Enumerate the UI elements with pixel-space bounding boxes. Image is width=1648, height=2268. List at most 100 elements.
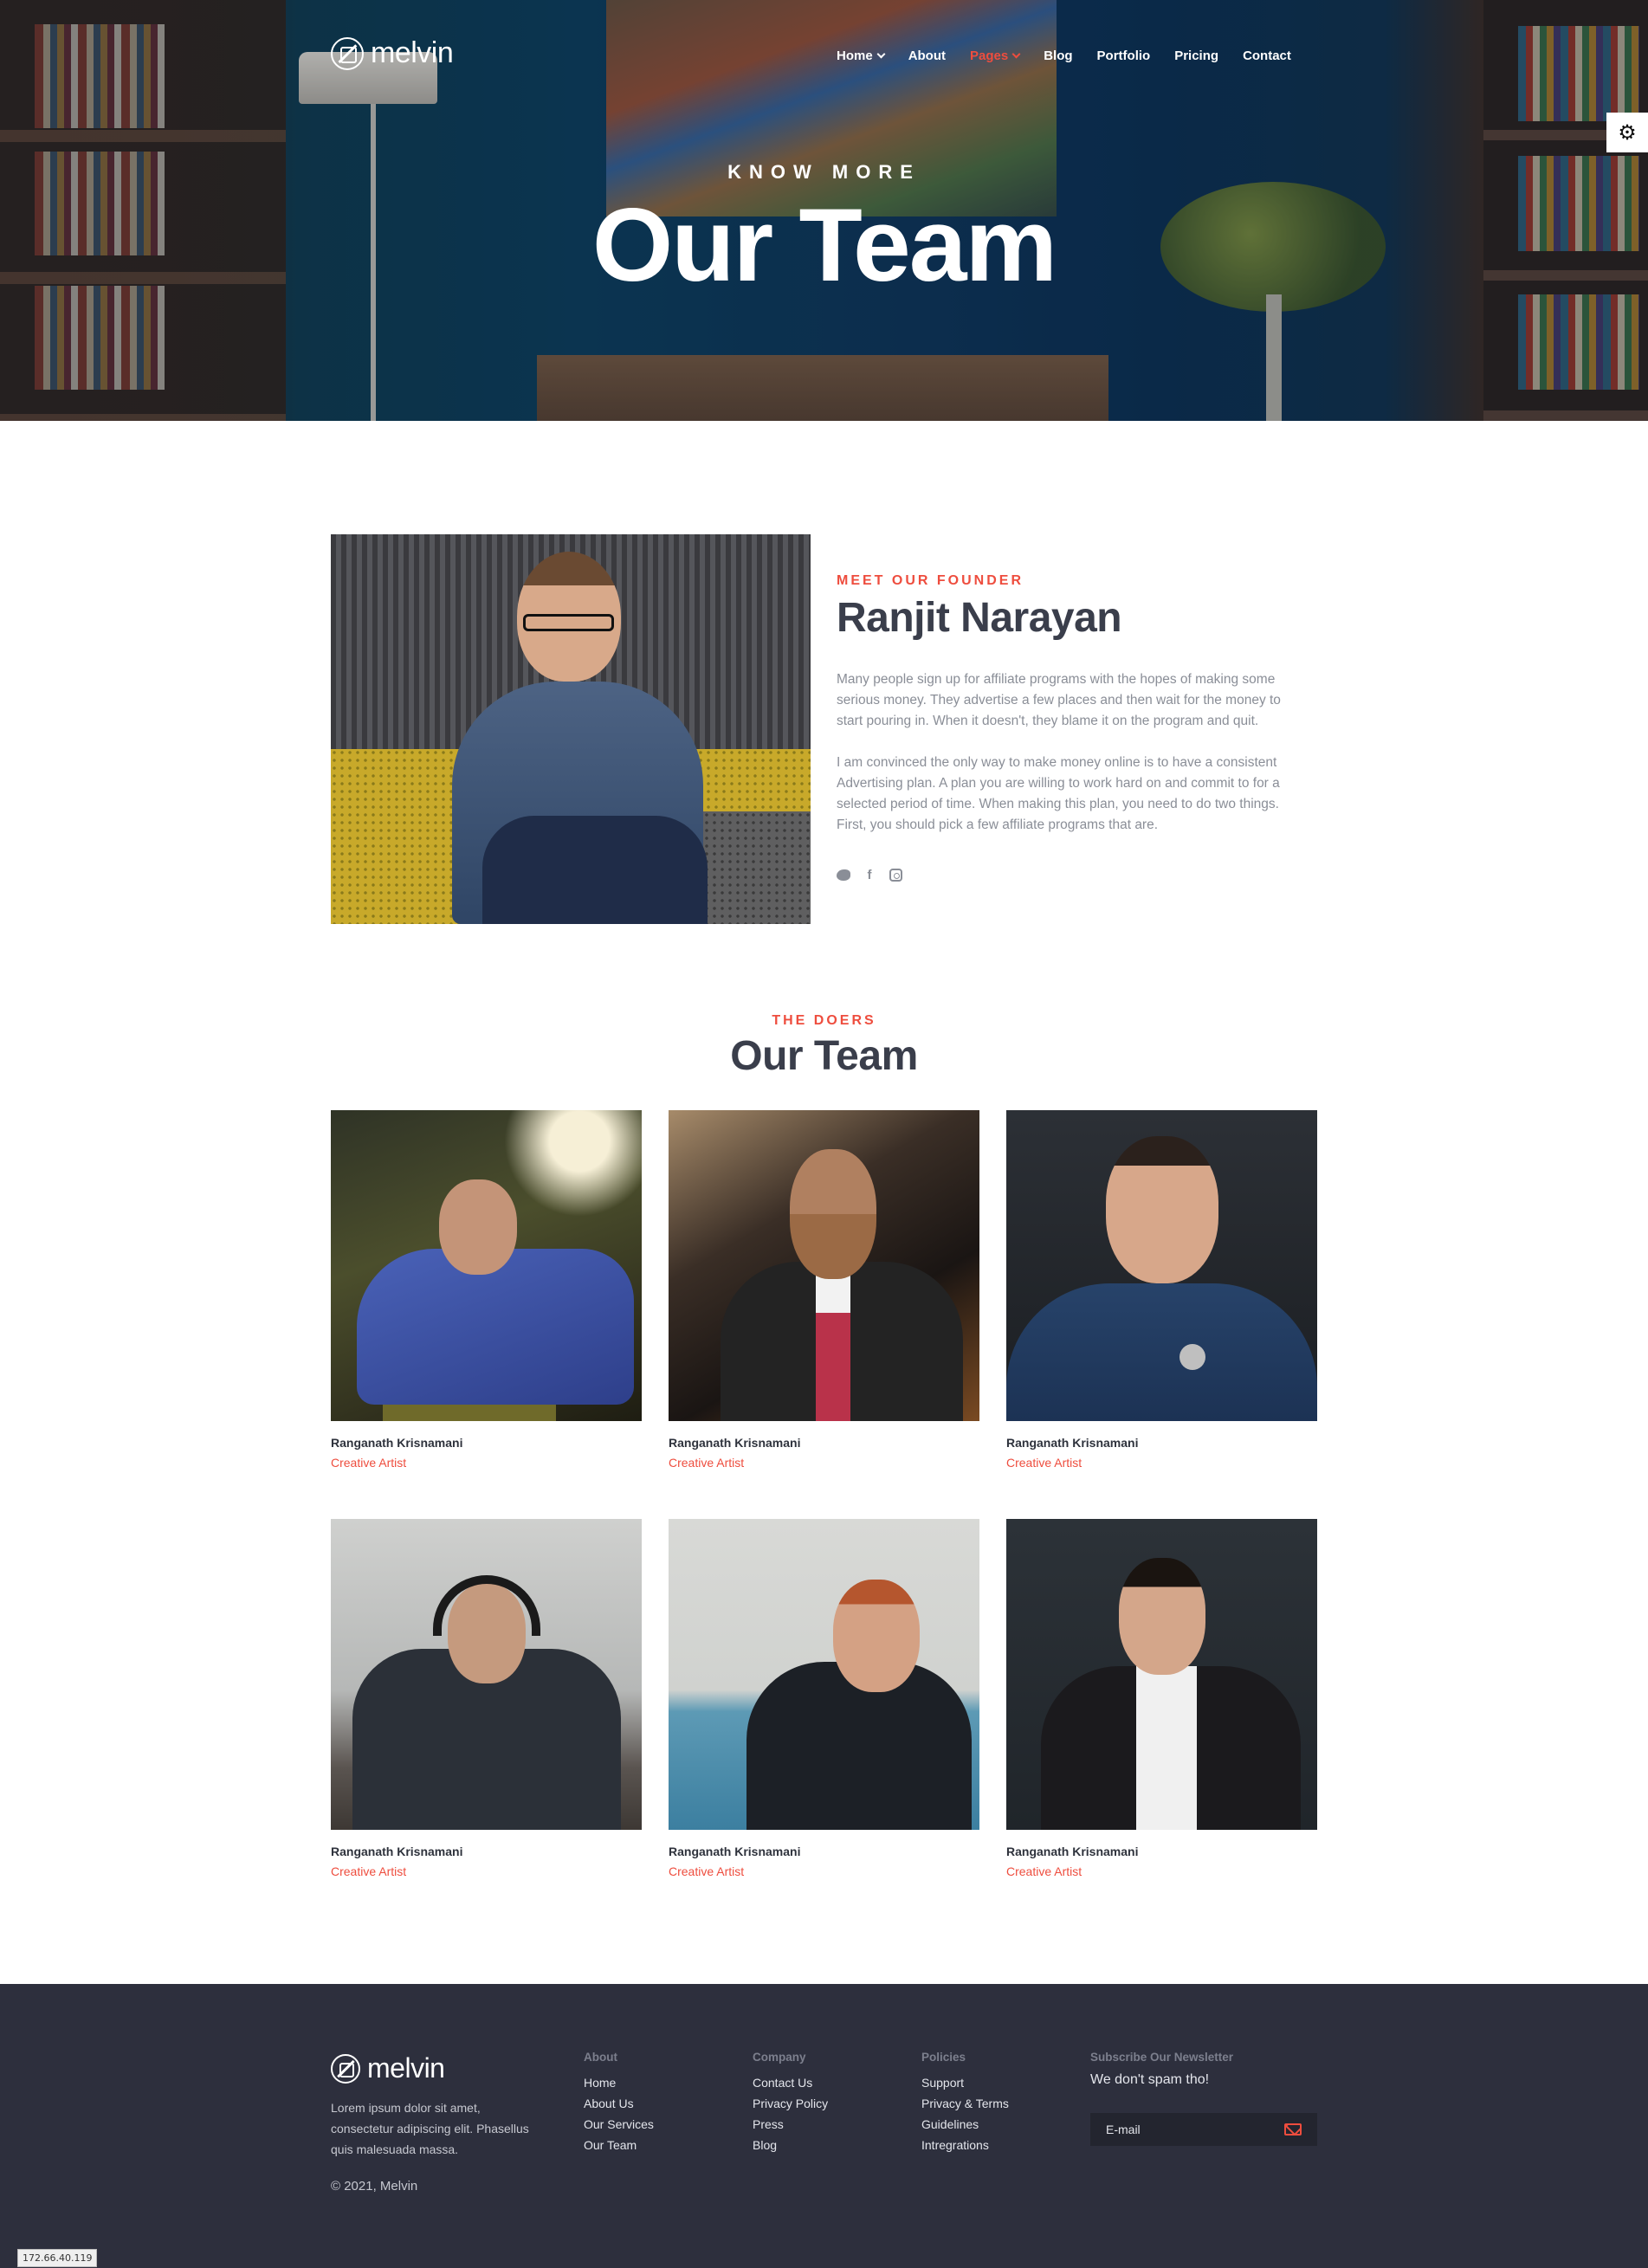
member-photo	[331, 1519, 642, 1830]
newsletter-form	[1090, 2113, 1317, 2146]
nav-label: Home	[837, 48, 873, 63]
member-name: Ranganath Krisnamani	[1006, 1436, 1139, 1450]
team-member-card[interactable]: Ranganath Krisnamani Creative Artist	[331, 1519, 642, 1878]
footer-link-blog[interactable]: Blog	[753, 2135, 828, 2155]
member-photo	[669, 1519, 979, 1830]
member-figure	[357, 1249, 634, 1405]
member-name: Ranganath Krisnamani	[331, 1845, 463, 1858]
member-role: Creative Artist	[1006, 1456, 1083, 1470]
logo-wordmark: melvin	[371, 36, 454, 69]
site-logo[interactable]: melvin	[331, 36, 454, 70]
member-photo	[331, 1110, 642, 1421]
member-shirt	[1136, 1666, 1197, 1830]
founder-kicker: MEET OUR FOUNDER	[837, 573, 1024, 588]
team-title: Our Team	[730, 1033, 918, 1079]
nav-item-pages[interactable]: Pages	[970, 48, 1021, 63]
team-member-card[interactable]: Ranganath Krisnamani Creative Artist	[669, 1519, 979, 1878]
member-figure	[1006, 1283, 1317, 1421]
founder-name: Ranjit Narayan	[837, 595, 1122, 641]
footer-column-heading: About	[584, 2051, 617, 2064]
nav-item-pricing[interactable]: Pricing	[1174, 48, 1218, 63]
footer-column-policies: Policies Support Privacy & Terms Guideli…	[921, 2051, 1009, 2155]
logo-mark-icon	[331, 2053, 360, 2084]
nav-item-about[interactable]: About	[908, 48, 946, 63]
member-head	[790, 1149, 876, 1279]
member-photo	[1006, 1519, 1317, 1830]
footer-logo[interactable]: melvin	[331, 2052, 445, 2084]
team-member-card[interactable]: Ranganath Krisnamani Creative Artist	[1006, 1519, 1317, 1878]
member-head	[1106, 1136, 1218, 1283]
glasses	[523, 614, 614, 631]
member-role: Creative Artist	[331, 1456, 407, 1470]
chevron-down-icon	[1011, 49, 1021, 59]
nav-label: About	[908, 48, 947, 63]
footer-link-press[interactable]: Press	[753, 2114, 828, 2135]
chevron-down-icon	[876, 49, 886, 59]
founder-bio-paragraph: Many people sign up for affiliate progra…	[837, 672, 1281, 728]
member-tie	[816, 1266, 850, 1421]
footer-link-about-us[interactable]: About Us	[584, 2093, 654, 2114]
nav-item-contact[interactable]: Contact	[1243, 48, 1291, 63]
nav-label: Contact	[1243, 48, 1291, 63]
nav-item-portfolio[interactable]: Portfolio	[1097, 48, 1151, 63]
newsletter-email-input[interactable]	[1106, 2123, 1262, 2136]
footer-link-contact-us[interactable]: Contact Us	[753, 2072, 828, 2093]
member-head	[1119, 1558, 1205, 1675]
footer-link-home[interactable]: Home	[584, 2072, 654, 2093]
nav-label: Pages	[970, 48, 1009, 63]
member-role: Creative Artist	[331, 1864, 407, 1878]
founder-photo	[331, 534, 811, 924]
member-role: Creative Artist	[669, 1864, 745, 1878]
gear-icon: ⚙	[1618, 120, 1637, 145]
footer-link-our-services[interactable]: Our Services	[584, 2114, 654, 2135]
member-photo	[1006, 1110, 1317, 1421]
footer-link-privacy-terms[interactable]: Privacy & Terms	[921, 2093, 1009, 2114]
page-title: Our Team	[591, 187, 1057, 303]
logo-wordmark: melvin	[367, 2052, 445, 2084]
footer-column-company: Company Contact Us Privacy Policy Press …	[753, 2051, 828, 2155]
footer-link-our-team[interactable]: Our Team	[584, 2135, 654, 2155]
member-name: Ranganath Krisnamani	[331, 1436, 463, 1450]
nav-label: Portfolio	[1096, 48, 1151, 63]
footer-link-privacy-policy[interactable]: Privacy Policy	[753, 2093, 828, 2114]
newsletter-heading: Subscribe Our Newsletter	[1090, 2051, 1234, 2064]
hero-kicker: KNOW MORE	[727, 161, 921, 183]
envelope-icon[interactable]	[1284, 2123, 1302, 2136]
founder-legs	[482, 816, 708, 924]
founder-bio-paragraph: I am convinced the only way to make mone…	[837, 755, 1280, 832]
member-role: Creative Artist	[669, 1456, 745, 1470]
team-member-card[interactable]: Ranganath Krisnamani Creative Artist	[331, 1110, 642, 1470]
member-name: Ranganath Krisnamani	[1006, 1845, 1139, 1858]
team-member-card[interactable]: Ranganath Krisnamani Creative Artist	[1006, 1110, 1317, 1470]
member-name: Ranganath Krisnamani	[669, 1436, 801, 1450]
facebook-icon[interactable]: f	[863, 868, 876, 882]
instagram-icon[interactable]	[889, 868, 902, 882]
footer-about-text: Lorem ipsum dolor sit amet, consectetur …	[331, 2101, 529, 2156]
footer-link-integrations[interactable]: Intregrations	[921, 2135, 1009, 2155]
nav-label: Blog	[1044, 48, 1073, 63]
footer-column-heading: Policies	[921, 2051, 966, 2064]
main-nav: Home About Pages Blog Portfolio Pricing …	[837, 48, 1315, 63]
copyright: © 2021, Melvin	[331, 2179, 418, 2194]
team-member-card[interactable]: Ranganath Krisnamani Creative Artist	[669, 1110, 979, 1470]
wristwatch	[1179, 1344, 1205, 1370]
nav-item-blog[interactable]: Blog	[1044, 48, 1072, 63]
status-badge: 172.66.40.119	[17, 2249, 98, 2267]
team-kicker: THE DOERS	[772, 1013, 876, 1028]
member-head	[439, 1179, 517, 1275]
twitter-icon[interactable]	[837, 868, 850, 882]
footer-column-about: About Home About Us Our Services Our Tea…	[584, 2051, 654, 2155]
logo-mark-icon	[331, 36, 364, 70]
member-head	[833, 1580, 920, 1692]
nav-item-home[interactable]: Home	[837, 48, 886, 63]
footer-link-support[interactable]: Support	[921, 2072, 1009, 2093]
nav-label: Pricing	[1174, 48, 1219, 63]
footer-column-heading: Company	[753, 2051, 806, 2064]
member-photo	[669, 1110, 979, 1421]
footer-link-guidelines[interactable]: Guidelines	[921, 2114, 1009, 2135]
footer-column-newsletter: Subscribe Our Newsletter We don't spam t…	[1090, 2051, 1233, 2088]
settings-button[interactable]: ⚙	[1606, 113, 1648, 152]
newsletter-tagline: We don't spam tho!	[1090, 2072, 1210, 2087]
founder-socials: f	[837, 868, 902, 882]
headphones	[433, 1575, 540, 1636]
